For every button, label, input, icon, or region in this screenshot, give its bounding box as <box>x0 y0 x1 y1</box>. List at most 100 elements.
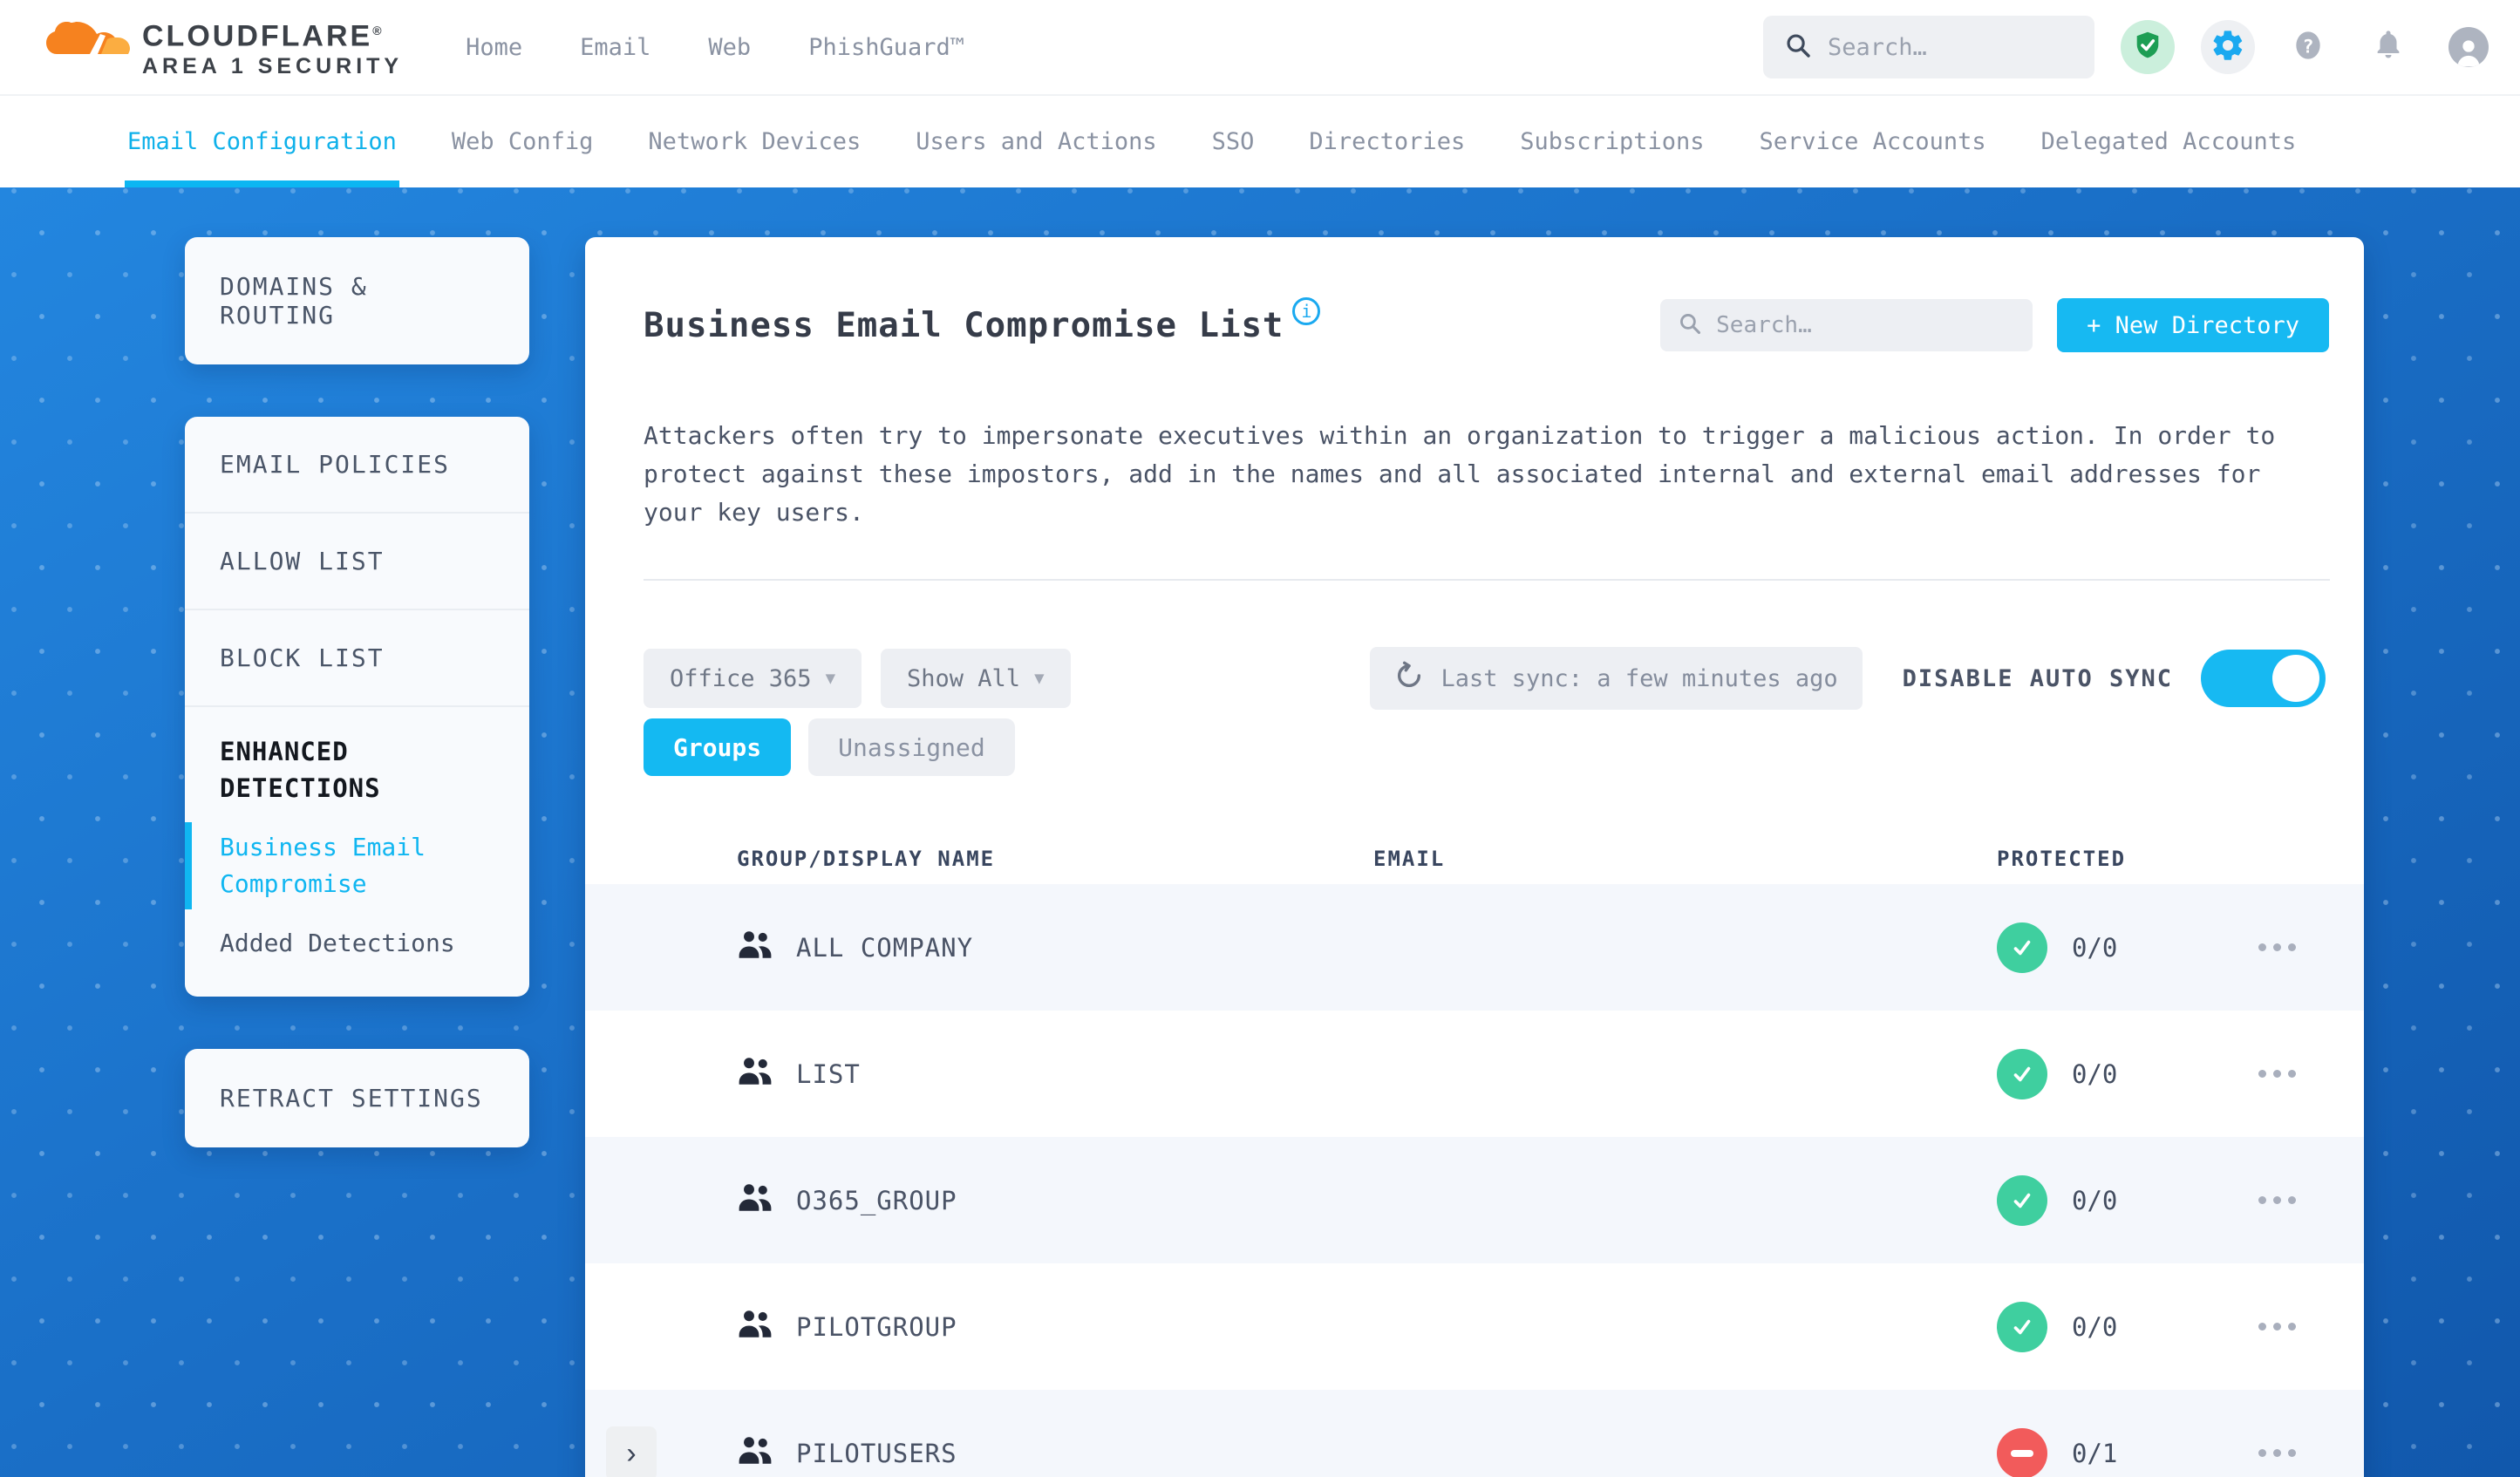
directory-filter-dropdown[interactable]: Office 365 ▼ <box>644 649 862 708</box>
chevron-down-icon: ▼ <box>825 669 836 688</box>
sidebar-item-enhanced-detections[interactable]: ENHANCED DETECTIONS <box>220 733 494 807</box>
group-people-icon <box>737 1181 773 1219</box>
security-shield-icon <box>2132 30 2163 65</box>
table-row: ALL COMPANY 0/0 <box>585 884 2364 1011</box>
group-name-cell: ALL COMPANY <box>737 929 1373 966</box>
svg-text:?: ? <box>2302 36 2313 58</box>
tab-web-config[interactable]: Web Config <box>452 96 594 187</box>
list-search[interactable] <box>1660 299 2033 351</box>
search-icon <box>1678 311 1702 339</box>
tab-network-devices[interactable]: Network Devices <box>648 96 861 187</box>
help-icon: ? <box>2291 28 2326 66</box>
settings-gear-icon <box>2210 28 2245 66</box>
notifications-bell-icon <box>2371 28 2406 66</box>
row-menu-button[interactable] <box>2258 1196 2364 1204</box>
last-sync-text: Last sync: a few minutes ago <box>1440 664 1838 692</box>
top-nav-web[interactable]: Web <box>708 34 751 61</box>
sidebar-item-email-policies[interactable]: EMAIL POLICIES <box>185 417 529 514</box>
tab-unassigned[interactable]: Unassigned <box>808 718 1015 776</box>
sidebar: DOMAINS & ROUTING EMAIL POLICIES ALLOW L… <box>185 237 529 1200</box>
group-name: ALL COMPANY <box>796 932 974 963</box>
group-name-cell: LIST <box>737 1055 1373 1092</box>
tab-subscriptions[interactable]: Subscriptions <box>1520 96 1704 187</box>
column-header-email: EMAIL <box>1373 847 1446 871</box>
tab-email-configuration[interactable]: Email Configuration <box>125 96 399 187</box>
global-search[interactable] <box>1763 16 2094 78</box>
protected-count: 0/1 <box>2072 1438 2118 1468</box>
logo-brand-name: CLOUDFLARE® <box>142 19 385 53</box>
groups-table: GROUP/DISPLAY NAME EMAIL PROTECTED ALL C… <box>585 834 2364 1477</box>
tab-groups[interactable]: Groups <box>644 718 792 776</box>
unprotected-minus-icon <box>1997 1427 2047 1477</box>
cloudflare-logo[interactable]: CLOUDFLARE® AREA 1 SECURITY <box>46 15 403 79</box>
global-search-input[interactable] <box>1828 33 2074 61</box>
row-menu-button[interactable] <box>2258 1070 2364 1078</box>
new-directory-button[interactable]: + New Directory <box>2057 298 2329 352</box>
protected-cell: 0/0 <box>1997 922 2258 973</box>
directory-filter-value: Office 365 <box>670 664 812 692</box>
protected-cell: 0/1 <box>1997 1427 2258 1477</box>
group-people-icon <box>737 1434 773 1472</box>
group-name: O365_GROUP <box>796 1185 957 1215</box>
logo-product-name: AREA 1 SECURITY <box>142 54 404 79</box>
table-row: LIST 0/0 <box>585 1011 2364 1137</box>
table-header-row: GROUP/DISPLAY NAME EMAIL PROTECTED <box>585 834 2364 884</box>
section-nav: Email Configuration Web Config Network D… <box>0 94 2520 187</box>
group-name-cell: PILOTGROUP <box>737 1308 1373 1345</box>
group-people-icon <box>737 1055 773 1092</box>
tab-users-and-actions[interactable]: Users and Actions <box>916 96 1156 187</box>
sidebar-item-domains-routing[interactable]: DOMAINS & ROUTING <box>185 237 529 364</box>
protected-count: 0/0 <box>2072 1185 2118 1215</box>
divider <box>644 579 2330 581</box>
group-name: PILOTGROUP <box>796 1311 957 1342</box>
table-row: › PILOTUSERS 0/1 <box>585 1390 2364 1477</box>
last-sync-status[interactable]: Last sync: a few minutes ago <box>1369 647 1863 710</box>
notifications-button[interactable] <box>2361 20 2415 74</box>
tab-delegated-accounts[interactable]: Delegated Accounts <box>2041 96 2297 187</box>
sidebar-card-domains-routing: DOMAINS & ROUTING <box>185 237 529 364</box>
controls-row: Office 365 ▼ Show All ▼ Last sync: a few… <box>644 647 2326 710</box>
panel-header: Business Email Compromise List i + New D… <box>644 297 2329 352</box>
protected-cell: 0/0 <box>1997 1048 2258 1099</box>
tab-directories[interactable]: Directories <box>1309 96 1465 187</box>
top-nav-phishguard[interactable]: PhishGuard™ <box>808 34 964 61</box>
info-icon[interactable]: i <box>1292 297 1321 325</box>
group-people-icon <box>737 1308 773 1345</box>
top-nav: Home Email Web PhishGuard™ <box>466 34 964 61</box>
list-search-input[interactable] <box>1716 312 2016 338</box>
row-menu-button[interactable] <box>2258 943 2364 951</box>
sidebar-item-retract-settings[interactable]: RETRACT SETTINGS <box>185 1049 529 1147</box>
expand-row-button[interactable]: › <box>606 1426 657 1477</box>
settings-button[interactable] <box>2201 20 2255 74</box>
protected-check-icon <box>1997 1301 2047 1352</box>
toggle-knob <box>2272 655 2319 702</box>
sidebar-item-block-list[interactable]: BLOCK LIST <box>185 610 529 707</box>
top-nav-home[interactable]: Home <box>466 34 522 61</box>
sidebar-item-business-email-compromise[interactable]: Business Email Compromise <box>185 822 494 909</box>
group-name: LIST <box>796 1058 861 1089</box>
account-user-icon <box>2448 27 2489 67</box>
protected-count: 0/0 <box>2072 1311 2118 1342</box>
logo-text: CLOUDFLARE® AREA 1 SECURITY <box>142 15 403 79</box>
sidebar-item-added-detections[interactable]: Added Detections <box>220 925 494 962</box>
row-menu-button[interactable] <box>2258 1449 2364 1457</box>
column-header-group-display-name: GROUP/DISPLAY NAME <box>737 847 996 871</box>
tab-service-accounts[interactable]: Service Accounts <box>1760 96 1986 187</box>
sidebar-item-allow-list[interactable]: ALLOW LIST <box>185 514 529 610</box>
row-menu-button[interactable] <box>2258 1323 2364 1331</box>
sidebar-card-retract-settings: RETRACT SETTINGS <box>185 1049 529 1147</box>
auto-sync-toggle[interactable] <box>2201 650 2326 707</box>
tab-sso[interactable]: SSO <box>1212 96 1255 187</box>
help-button[interactable]: ? <box>2281 20 2335 74</box>
refresh-icon <box>1394 661 1424 697</box>
protected-check-icon <box>1997 922 2047 973</box>
table-row: O365_GROUP 0/0 <box>585 1137 2364 1263</box>
column-header-protected: PROTECTED <box>1997 847 2127 871</box>
scope-filter-dropdown[interactable]: Show All ▼ <box>881 649 1071 708</box>
top-nav-email[interactable]: Email <box>580 34 650 61</box>
table-row: PILOTGROUP 0/0 <box>585 1263 2364 1390</box>
account-button[interactable] <box>2442 20 2496 74</box>
protected-count: 0/0 <box>2072 1058 2118 1089</box>
protected-count: 0/0 <box>2072 932 2118 963</box>
security-status-button[interactable] <box>2121 20 2175 74</box>
